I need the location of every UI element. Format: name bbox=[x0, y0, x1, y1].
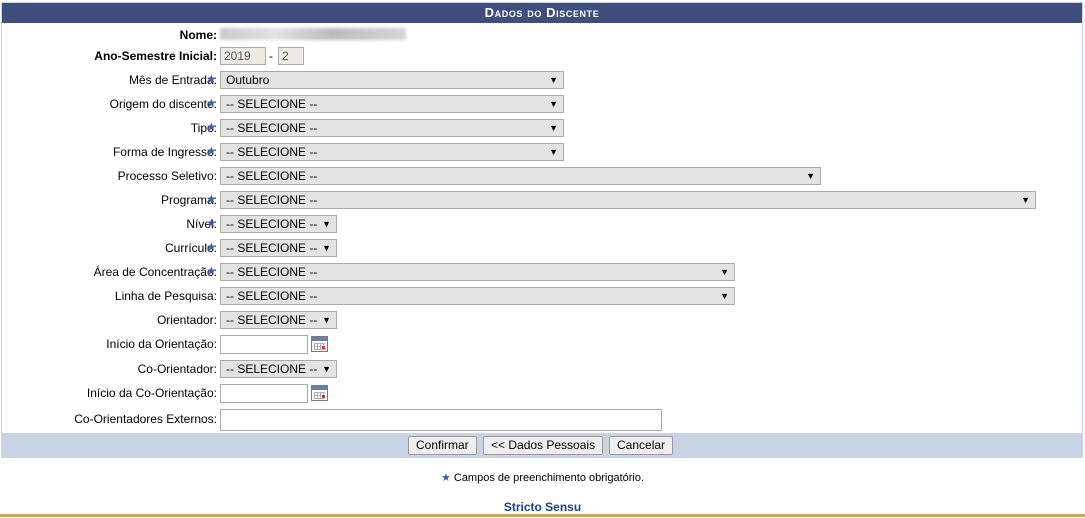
required-star-icon: ★ bbox=[206, 96, 217, 110]
label-co-orientadores-externos: Co-Orientadores Externos: bbox=[74, 412, 217, 426]
chevron-down-icon: ▼ bbox=[322, 219, 331, 229]
inicio-orientacao-input[interactable] bbox=[220, 335, 308, 354]
chevron-down-icon: ▼ bbox=[549, 99, 558, 109]
chevron-down-icon: ▼ bbox=[720, 291, 729, 301]
row-mes-entrada: Mês de Entrada: ★ Outubro ▼ bbox=[2, 69, 1082, 91]
bottom-divider bbox=[0, 514, 1085, 517]
cancelar-button[interactable]: Cancelar bbox=[609, 436, 674, 455]
required-star-icon: ★ bbox=[206, 264, 217, 278]
row-co-orientador: Co-Orientador: -- SELECIONE -- ▼ bbox=[2, 358, 1082, 380]
area-concentracao-select[interactable]: -- SELECIONE -- ▼ bbox=[220, 263, 735, 281]
label-area-concentracao: Área de Concentração: bbox=[93, 265, 217, 279]
row-nome: Nome: bbox=[2, 24, 1082, 46]
programa-select[interactable]: -- SELECIONE -- ▼ bbox=[220, 191, 1036, 209]
row-ano-semestre: Ano-Semestre Inicial: 2019 - 2 bbox=[2, 45, 1082, 67]
stricto-sensu-link[interactable]: Stricto Sensu bbox=[0, 500, 1085, 514]
nome-value-redacted bbox=[220, 26, 406, 40]
row-orientador: Orientador: -- SELECIONE -- ▼ bbox=[2, 309, 1082, 331]
ano-input[interactable]: 2019 bbox=[220, 47, 266, 65]
curriculo-value: -- SELECIONE -- bbox=[226, 241, 318, 255]
form-footer: Confirmar << Dados Pessoais Cancelar bbox=[2, 433, 1082, 457]
label-mes-entrada: Mês de Entrada: bbox=[128, 73, 217, 87]
semestre-input[interactable]: 2 bbox=[278, 47, 304, 65]
origem-select[interactable]: -- SELECIONE -- ▼ bbox=[220, 95, 564, 113]
row-linha-pesquisa: Linha de Pesquisa: -- SELECIONE -- ▼ bbox=[2, 285, 1082, 307]
programa-value: -- SELECIONE -- bbox=[226, 193, 318, 207]
area-concentracao-value: -- SELECIONE -- bbox=[226, 265, 318, 279]
required-star-icon: ★ bbox=[206, 216, 217, 230]
required-star-icon: ★ bbox=[206, 120, 217, 134]
linha-pesquisa-value: -- SELECIONE -- bbox=[226, 289, 318, 303]
confirmar-button[interactable]: Confirmar bbox=[408, 436, 477, 455]
row-co-orientadores-externos: Co-Orientadores Externos: bbox=[2, 407, 1082, 431]
row-inicio-co-orientacao: Início da Co-Orientação: bbox=[2, 382, 1082, 404]
forma-ingresso-select[interactable]: -- SELECIONE -- ▼ bbox=[220, 143, 564, 161]
chevron-down-icon: ▼ bbox=[322, 243, 331, 253]
row-curriculo: Currículo: ★ -- SELECIONE -- ▼ bbox=[2, 237, 1082, 259]
label-co-orientador: Co-Orientador: bbox=[137, 362, 217, 376]
chevron-down-icon: ▼ bbox=[549, 147, 558, 157]
dados-pessoais-button[interactable]: << Dados Pessoais bbox=[483, 436, 604, 455]
row-programa: Programa: ★ -- SELECIONE -- ▼ bbox=[2, 189, 1082, 211]
co-orientador-value: -- SELECIONE -- bbox=[226, 362, 318, 376]
label-linha-pesquisa: Linha de Pesquisa: bbox=[114, 289, 217, 303]
co-orientadores-externos-textarea[interactable] bbox=[220, 409, 662, 431]
tipo-value: -- SELECIONE -- bbox=[226, 121, 318, 135]
label-processo-seletivo: Processo Seletivo: bbox=[117, 169, 217, 183]
row-inicio-orientacao: Início da Orientação: bbox=[2, 333, 1082, 355]
panel-title: Dados do Discente bbox=[2, 3, 1082, 23]
mes-entrada-value: Outubro bbox=[226, 73, 270, 87]
orientador-value: -- SELECIONE -- bbox=[226, 313, 318, 327]
required-star-icon: ★ bbox=[440, 472, 451, 484]
linha-pesquisa-select[interactable]: -- SELECIONE -- ▼ bbox=[220, 287, 735, 305]
processo-seletivo-value: -- SELECIONE -- bbox=[226, 169, 318, 183]
mes-entrada-select[interactable]: Outubro ▼ bbox=[220, 71, 564, 89]
label-origem: Origem do discente: bbox=[109, 97, 217, 111]
calendar-icon[interactable] bbox=[311, 336, 328, 352]
required-star-icon: ★ bbox=[206, 240, 217, 254]
dados-discente-panel: Dados do Discente Nome: Ano-Semestre Ini… bbox=[1, 2, 1083, 458]
chevron-down-icon: ▼ bbox=[322, 315, 331, 325]
label-ano-semestre: Ano-Semestre Inicial: bbox=[94, 49, 217, 63]
row-processo-seletivo: Processo Seletivo: -- SELECIONE -- ▼ bbox=[2, 165, 1082, 187]
calendar-icon[interactable] bbox=[311, 385, 328, 401]
required-fields-text: Campos de preenchimento obrigatório. bbox=[453, 472, 645, 484]
forma-ingresso-value: -- SELECIONE -- bbox=[226, 145, 318, 159]
required-star-icon: ★ bbox=[206, 144, 217, 158]
row-area-concentracao: Área de Concentração: ★ -- SELECIONE -- … bbox=[2, 261, 1082, 283]
nivel-select[interactable]: -- SELECIONE -- ▼ bbox=[220, 215, 337, 233]
chevron-down-icon: ▼ bbox=[806, 171, 815, 181]
chevron-down-icon: ▼ bbox=[549, 123, 558, 133]
label-inicio-orientacao: Início da Orientação: bbox=[106, 337, 217, 351]
row-forma-ingresso: Forma de Ingresso: ★ -- SELECIONE -- ▼ bbox=[2, 141, 1082, 163]
chevron-down-icon: ▼ bbox=[322, 364, 331, 374]
label-orientador: Orientador: bbox=[156, 313, 217, 327]
label-forma-ingresso: Forma de Ingresso: bbox=[112, 145, 217, 159]
chevron-down-icon: ▼ bbox=[1021, 195, 1030, 205]
row-nivel: Nível: ★ -- SELECIONE -- ▼ bbox=[2, 213, 1082, 235]
orientador-select[interactable]: -- SELECIONE -- ▼ bbox=[220, 311, 337, 329]
origem-value: -- SELECIONE -- bbox=[226, 97, 318, 111]
co-orientador-select[interactable]: -- SELECIONE -- ▼ bbox=[220, 360, 337, 378]
curriculo-select[interactable]: -- SELECIONE -- ▼ bbox=[220, 239, 337, 257]
tipo-select[interactable]: -- SELECIONE -- ▼ bbox=[220, 119, 564, 137]
required-star-icon: ★ bbox=[206, 72, 217, 86]
ano-semestre-separator: - bbox=[269, 49, 273, 63]
required-fields-note: ★ Campos de preenchimento obrigatório. bbox=[0, 471, 1085, 484]
chevron-down-icon: ▼ bbox=[720, 267, 729, 277]
row-tipo: Tipo: ★ -- SELECIONE -- ▼ bbox=[2, 117, 1082, 139]
inicio-co-orientacao-input[interactable] bbox=[220, 384, 308, 403]
nivel-value: -- SELECIONE -- bbox=[226, 217, 318, 231]
required-star-icon: ★ bbox=[206, 192, 217, 206]
label-nome: Nome: bbox=[179, 28, 217, 42]
processo-seletivo-select[interactable]: -- SELECIONE -- ▼ bbox=[220, 167, 821, 185]
label-inicio-co-orientacao: Início da Co-Orientação: bbox=[86, 386, 217, 400]
chevron-down-icon: ▼ bbox=[549, 75, 558, 85]
row-origem: Origem do discente: ★ -- SELECIONE -- ▼ bbox=[2, 93, 1082, 115]
